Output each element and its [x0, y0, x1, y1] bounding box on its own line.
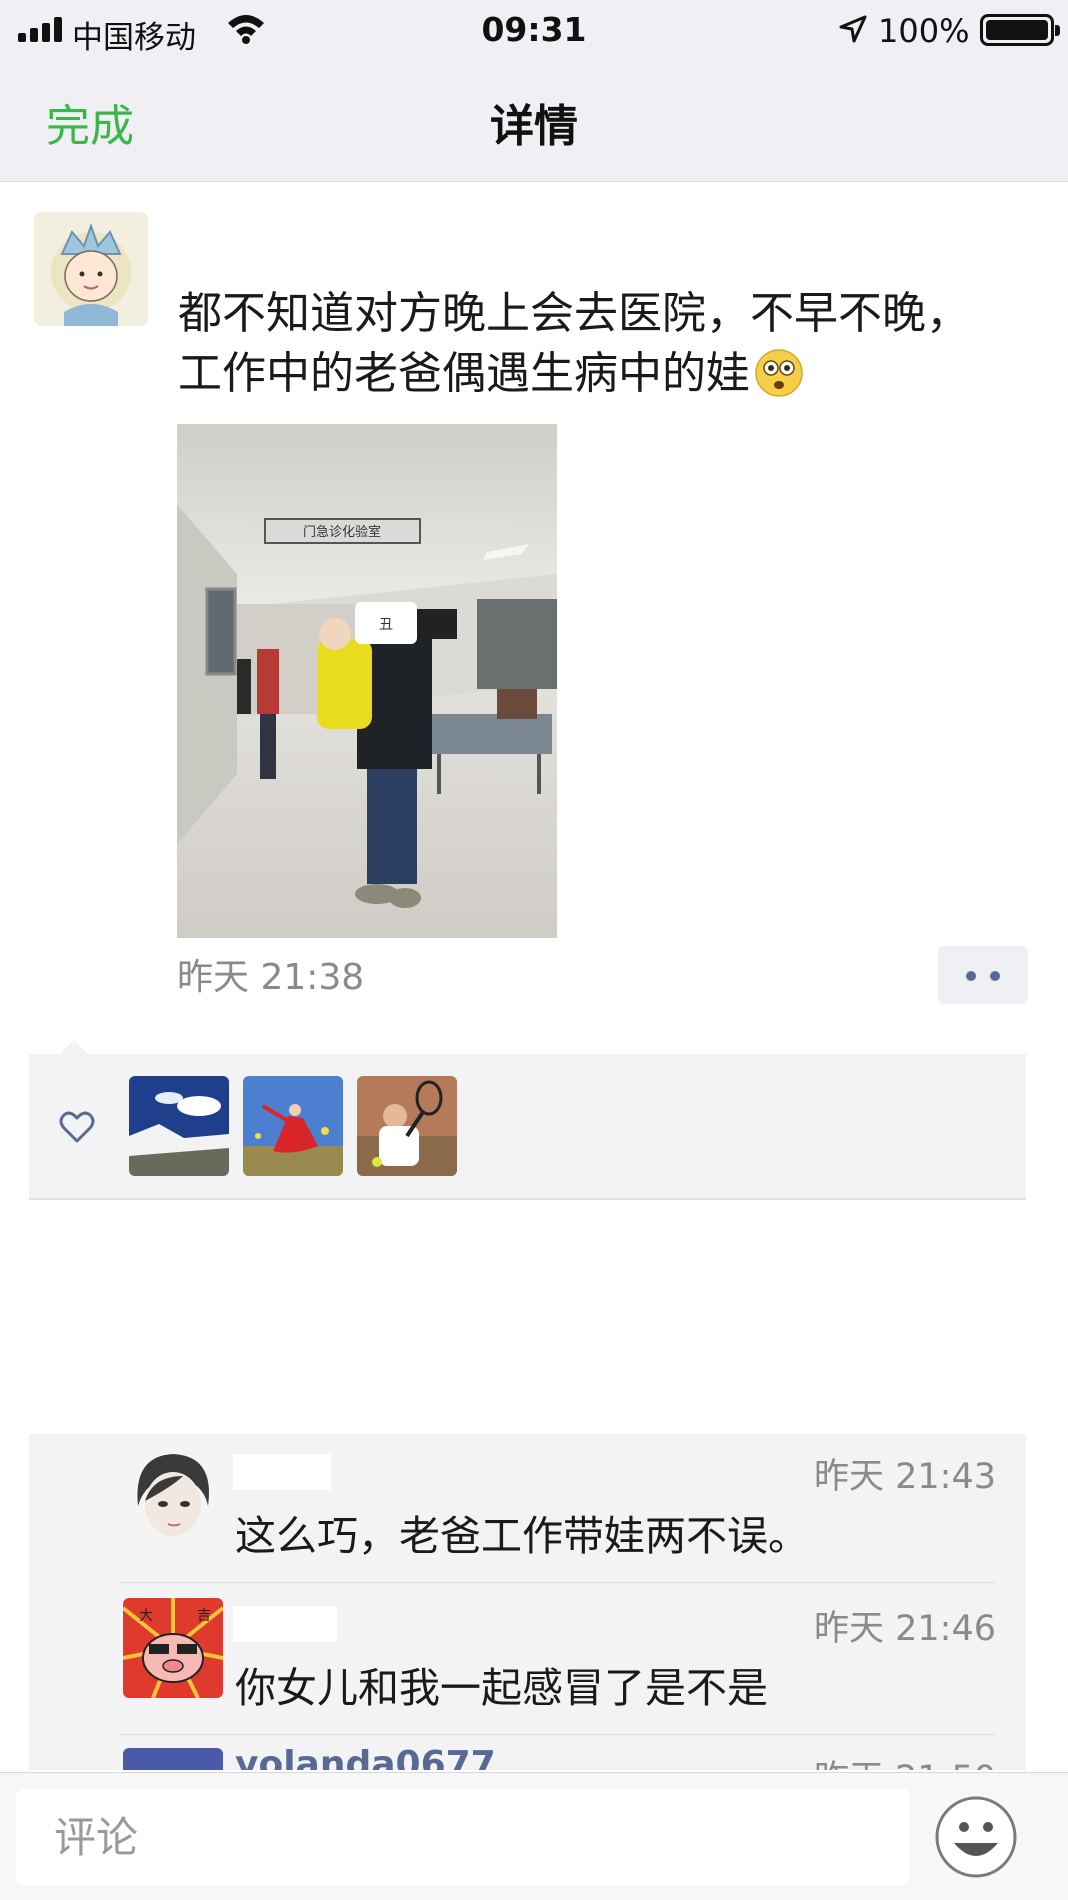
commenter-avatar[interactable]: [123, 1748, 223, 1770]
comment-item[interactable]: yolanda0677 昨天 21:50: [29, 1736, 1026, 1770]
more-options-button[interactable]: [938, 946, 1028, 1004]
status-bar: 中国移动 09:31 100%: [0, 0, 1068, 60]
comment-input-bar: [0, 1772, 1068, 1900]
comment-text: 这么巧，老爸工作带娃两不误。: [235, 1512, 809, 1560]
comment-time: 昨天 21:43: [814, 1457, 996, 1497]
nav-bar: 完成 详情: [0, 60, 1068, 182]
comment-item[interactable]: 昨天 21:43 这么巧，老爸工作带娃两不误。: [29, 1434, 1026, 1584]
heart-outline-icon: [59, 1111, 95, 1143]
svg-text:吉: 吉: [197, 1608, 211, 1624]
svg-text:丑: 丑: [379, 617, 393, 633]
location-arrow-icon: [839, 15, 867, 43]
post-text: 都不知道对方晚上会去医院，不早不晚，工作中的老爸偶遇生病中的娃: [178, 288, 970, 399]
comment-time: 昨天 21:50: [814, 1750, 996, 1770]
emoji-smiley-icon[interactable]: [934, 1795, 1018, 1879]
name-redaction: [233, 1454, 331, 1490]
comment-input[interactable]: [16, 1789, 910, 1885]
post-text-container: 都不知道对方晚上会去医院，不早不晚，工作中的老爸偶遇生病中的娃: [178, 284, 998, 404]
comments-section: 昨天 21:43 这么巧，老爸工作带娃两不误。 大 吉 昨天 21:46 你女儿…: [29, 1434, 1026, 1770]
comment-item[interactable]: 大 吉 昨天 21:46 你女儿和我一起感冒了是不是: [29, 1586, 1026, 1736]
dot-icon: [966, 971, 976, 981]
flushed-face-emoji-icon: [755, 349, 803, 397]
battery-percentage: 100%: [878, 12, 970, 50]
likes-section: [29, 1054, 1026, 1200]
comment-text: 你女儿和我一起感冒了是不是: [235, 1664, 768, 1712]
divider: [119, 1582, 996, 1583]
liker-avatar-tennis[interactable]: [357, 1076, 457, 1176]
battery-icon: [980, 14, 1060, 46]
photo-sign-text: 门急诊化验室: [303, 524, 381, 540]
liker-avatar-mountain[interactable]: [129, 1076, 229, 1176]
post-timestamp: 昨天 21:38: [177, 957, 365, 998]
commenter-avatar[interactable]: [123, 1446, 223, 1546]
author-avatar[interactable]: [34, 212, 148, 326]
comment-time: 昨天 21:46: [814, 1609, 996, 1649]
commenter-avatar[interactable]: 大 吉: [123, 1598, 223, 1698]
liker-avatar-dancer[interactable]: [243, 1076, 343, 1176]
name-redaction: [233, 1606, 337, 1642]
svg-text:大: 大: [139, 1608, 153, 1624]
post-photo[interactable]: 门急诊化验室 丑: [177, 424, 557, 938]
page-title: 详情: [490, 101, 578, 152]
divider: [119, 1734, 996, 1735]
dot-icon: [990, 971, 1000, 981]
commenter-name[interactable]: yolanda0677: [235, 1744, 496, 1770]
